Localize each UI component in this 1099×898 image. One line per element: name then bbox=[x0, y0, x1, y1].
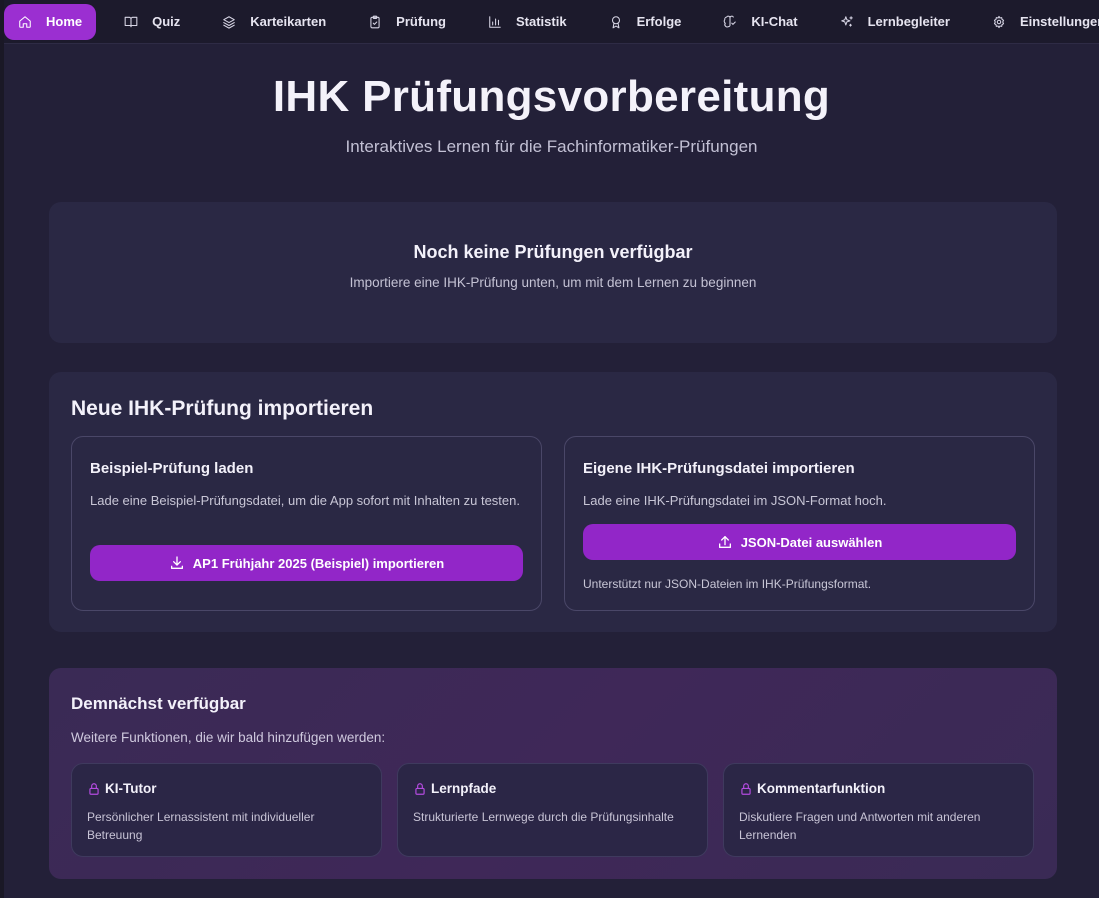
import-card: Neue IHK-Prüfung importieren Beispiel-Pr… bbox=[49, 372, 1057, 632]
page-title: IHK Prüfungsvorbereitung bbox=[272, 72, 831, 121]
feature-lernpfade: Lernpfade Strukturierte Lernwege durch d… bbox=[397, 763, 708, 857]
feature-description: Persönlicher Lernassistent mit individue… bbox=[87, 810, 315, 842]
app: Home Quiz Karteikarten Prüfung Statistik… bbox=[4, 0, 1099, 898]
nav-item-lernbegleiter[interactable]: Lernbegleiter bbox=[826, 4, 964, 40]
import-sample-button[interactable]: AP1 Frühjahr 2025 (Beispiel) importieren bbox=[90, 545, 523, 581]
top-navigation: Home Quiz Karteikarten Prüfung Statistik… bbox=[4, 0, 1099, 44]
lock-icon bbox=[89, 782, 99, 795]
feature-description: Diskutiere Fragen und Antworten mit ande… bbox=[739, 810, 981, 842]
book-icon bbox=[124, 16, 138, 27]
nav-item-statistik[interactable]: Statistik bbox=[474, 4, 581, 40]
coming-soon-card: Demnächst verfügbar Weitere Funktionen, … bbox=[49, 668, 1057, 879]
clipboard-check-icon bbox=[370, 15, 380, 28]
brain-icon bbox=[724, 15, 737, 27]
upload-icon bbox=[718, 536, 731, 548]
nav-item-erfolge[interactable]: Erfolge bbox=[595, 4, 696, 40]
import-title: Neue IHK-Prüfung importieren bbox=[71, 397, 374, 420]
nav-label: Lernbegleiter bbox=[867, 14, 950, 29]
feature-ki-tutor: KI-Tutor Persönlicher Lernassistent mit … bbox=[71, 763, 382, 857]
nav-label: KI-Chat bbox=[751, 14, 798, 29]
lock-icon bbox=[741, 782, 751, 795]
sample-exam-title: Beispiel-Prüfung laden bbox=[90, 460, 254, 477]
nav-item-einstellungen[interactable]: Einstellungen bbox=[978, 4, 1099, 40]
nav-label: Prüfung bbox=[396, 14, 446, 29]
select-json-label: JSON-Datei auswählen bbox=[740, 534, 883, 550]
nav-item-pruefung[interactable]: Prüfung bbox=[354, 4, 460, 40]
feature-header: Lernpfade bbox=[413, 781, 496, 796]
nav-item-ki-chat[interactable]: KI-Chat bbox=[709, 4, 811, 40]
coming-soon-subtitle: Weitere Funktionen, die wir bald hinzufü… bbox=[71, 730, 386, 745]
nav-label: Quiz bbox=[152, 14, 181, 29]
import-sample-label: AP1 Frühjahr 2025 (Beispiel) importieren bbox=[192, 555, 445, 571]
download-icon bbox=[170, 556, 183, 569]
nav-label: Home bbox=[46, 14, 83, 29]
custom-exam-card: Eigene IHK-Prüfungsdatei importieren Lad… bbox=[564, 436, 1035, 611]
feature-description: Strukturierte Lernwege durch die Prüfung… bbox=[413, 810, 674, 824]
coming-soon-title: Demnächst verfügbar bbox=[71, 694, 246, 713]
empty-state-subtitle: Importiere eine IHK-Prüfung unten, um mi… bbox=[349, 275, 757, 290]
home-icon bbox=[19, 15, 31, 28]
empty-state-card: Noch keine Prüfungen verfügbar Importier… bbox=[49, 202, 1057, 343]
custom-exam-description: Lade eine IHK-Prüfungsdatei im JSON-Form… bbox=[583, 493, 887, 508]
page-subtitle: Interaktives Lernen für die Fachinformat… bbox=[345, 137, 758, 156]
feature-header: Kommentarfunktion bbox=[739, 781, 885, 796]
sample-exam-card: Beispiel-Prüfung laden Lade eine Beispie… bbox=[71, 436, 542, 611]
nav-item-quiz[interactable]: Quiz bbox=[110, 4, 194, 40]
sample-exam-description: Lade eine Beispiel-Prüfungsdatei, um die… bbox=[90, 493, 520, 508]
lock-icon bbox=[415, 782, 425, 795]
gear-icon bbox=[993, 15, 1005, 28]
nav-item-home[interactable]: Home bbox=[4, 3, 97, 40]
nav-item-karteikarten[interactable]: Karteikarten bbox=[208, 4, 340, 40]
select-json-button[interactable]: JSON-Datei auswählen bbox=[583, 524, 1016, 560]
award-icon bbox=[611, 15, 620, 28]
feature-kommentarfunktion: Kommentarfunktion Diskutiere Fragen und … bbox=[723, 763, 1034, 857]
feature-title: KI-Tutor bbox=[105, 781, 157, 796]
nav-label: Erfolge bbox=[636, 14, 682, 29]
feature-title: Kommentarfunktion bbox=[757, 781, 886, 796]
sparkles-icon bbox=[840, 15, 853, 27]
nav-label: Karteikarten bbox=[250, 14, 327, 29]
feature-title: Lernpfade bbox=[431, 781, 497, 796]
bar-chart-icon bbox=[489, 15, 501, 28]
empty-state-title: Noch keine Prüfungen verfügbar bbox=[413, 242, 693, 262]
nav-label: Statistik bbox=[516, 14, 567, 29]
custom-exam-title: Eigene IHK-Prüfungsdatei importieren bbox=[583, 460, 855, 477]
layers-icon bbox=[223, 15, 236, 29]
nav-label: Einstellungen bbox=[1019, 14, 1099, 29]
custom-exam-note: Unterstützt nur JSON-Dateien im IHK-Prüf… bbox=[583, 577, 872, 591]
feature-header: KI-Tutor bbox=[87, 781, 156, 796]
